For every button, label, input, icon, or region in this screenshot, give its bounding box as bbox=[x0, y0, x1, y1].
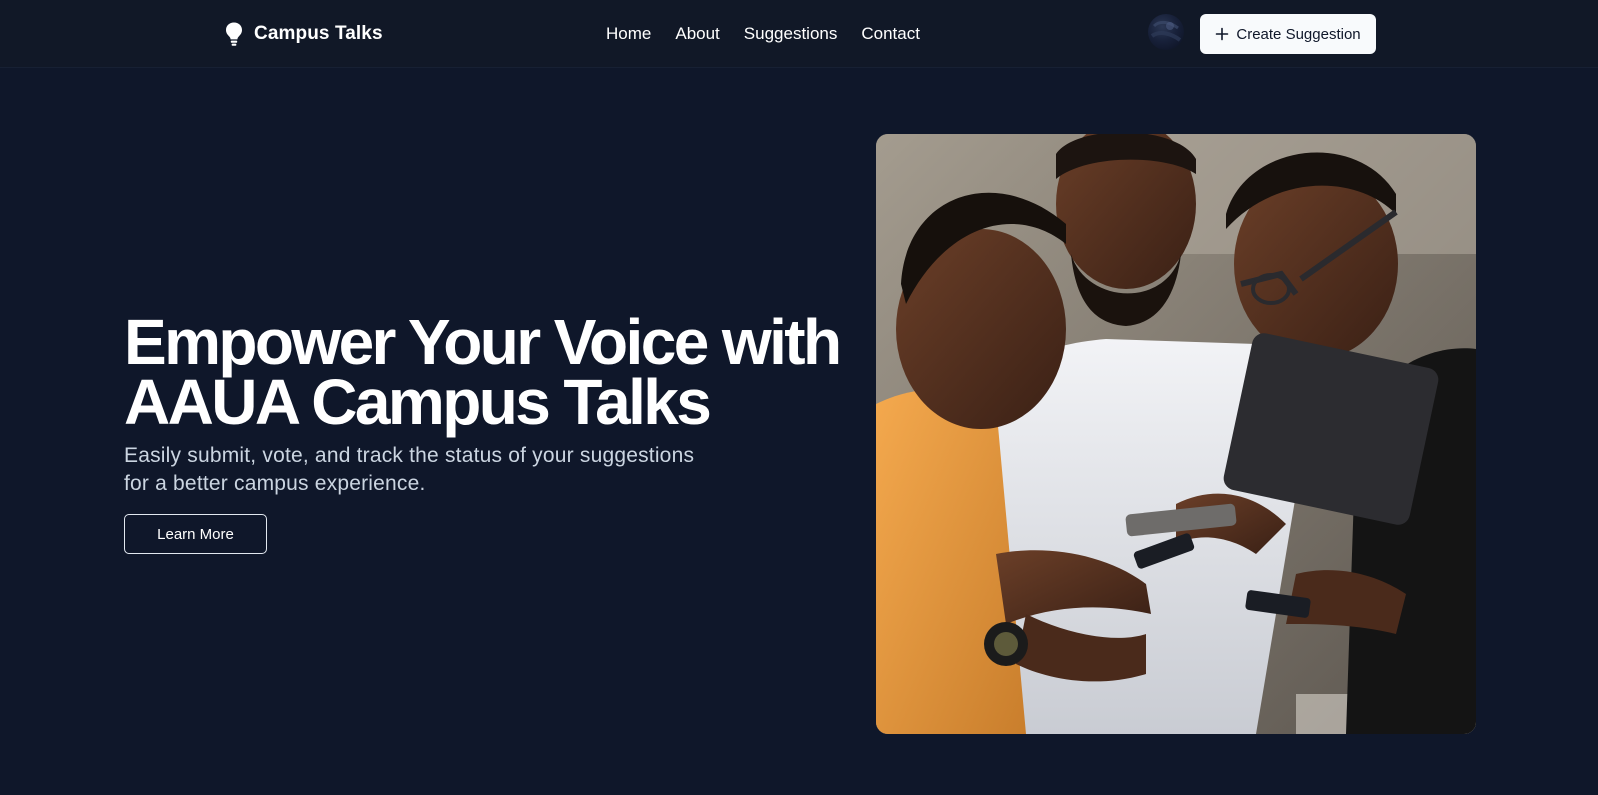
plus-icon bbox=[1216, 27, 1229, 41]
brand-name: Campus Talks bbox=[254, 23, 383, 44]
user-avatar[interactable] bbox=[1148, 14, 1184, 50]
nav-link-about[interactable]: About bbox=[675, 22, 719, 46]
create-suggestion-button[interactable]: Create Suggestion bbox=[1200, 14, 1376, 54]
hero-subtitle-line-1: Easily submit, vote, and track the statu… bbox=[124, 444, 695, 467]
hero-title: Empower Your Voice with AAUA Campus Talk… bbox=[124, 306, 842, 438]
nav-link-home[interactable]: Home bbox=[606, 22, 651, 46]
learn-more-button[interactable]: Learn More bbox=[124, 514, 267, 554]
top-navbar: Campus Talks Home About Suggestions Cont… bbox=[0, 0, 1598, 68]
lightbulb-icon bbox=[226, 22, 242, 46]
main-nav: Home About Suggestions Contact bbox=[606, 22, 920, 46]
brand-logo[interactable]: Campus Talks bbox=[224, 20, 383, 48]
hero-subtitle-line-2: for a better campus experience. bbox=[124, 472, 426, 495]
create-suggestion-label: Create Suggestion bbox=[1236, 25, 1361, 43]
nav-link-contact[interactable]: Contact bbox=[861, 22, 920, 46]
hero-subtitle: Easily submit, vote, and track the statu… bbox=[124, 442, 724, 498]
hero-photo-students bbox=[876, 134, 1476, 734]
hero-title-line-2: AAUA Campus Talks bbox=[124, 366, 712, 438]
nav-link-suggestions[interactable]: Suggestions bbox=[744, 22, 838, 46]
hero-title-line-1: Empower Your Voice with bbox=[124, 306, 842, 378]
